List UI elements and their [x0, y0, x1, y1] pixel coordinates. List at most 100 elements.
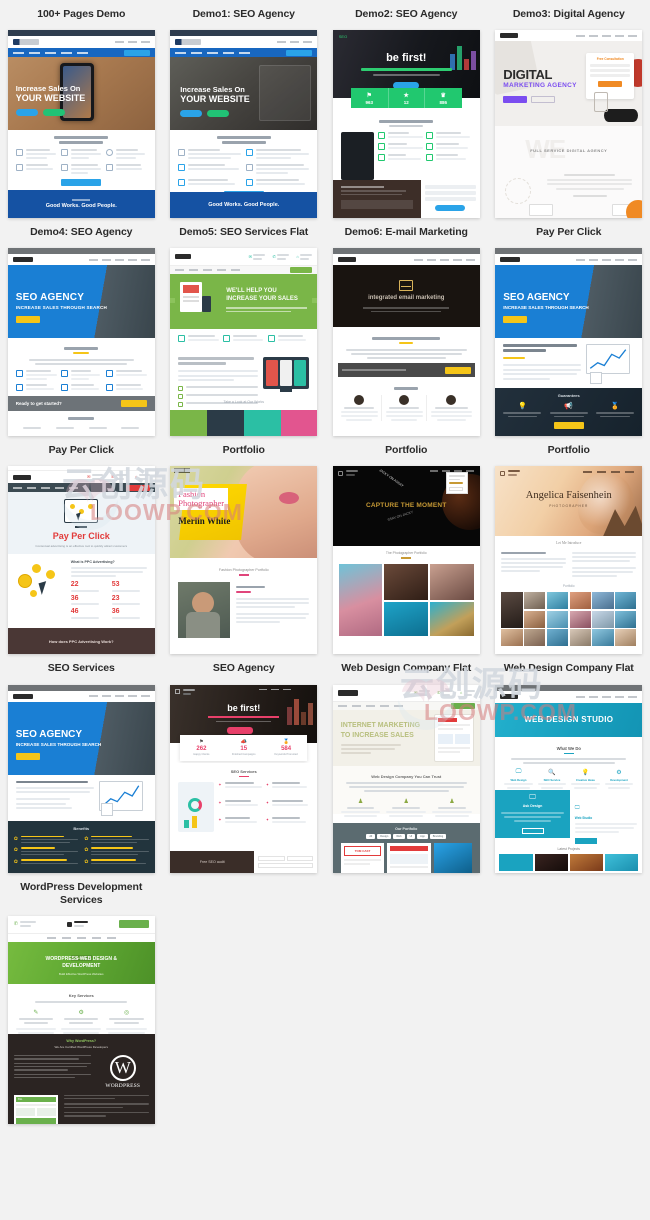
feature-title: Web Design — [510, 777, 527, 782]
hero-line-1: integrated email marketing — [368, 295, 445, 302]
hero-line-2: MARKETING AGENCY — [503, 82, 577, 90]
hero-line-1: be first! — [386, 52, 427, 65]
demo-cell[interactable]: SEO Services SEO AGENCY INCREASE SALES T… — [0, 654, 163, 873]
stat-value: 12 — [403, 99, 409, 105]
demo-title: Demo2: SEO Agency — [355, 8, 458, 20]
stat-label: Finished Campaigns — [231, 753, 256, 756]
demo-cell[interactable]: WordPress Development Services ✆ Service… — [0, 873, 163, 1124]
demo-thumbnail[interactable]: SEO AGENCY INCREASE SALES THROUGH SEARCH — [7, 684, 155, 873]
hero-line-1: WORDPRESS WEB DESIGN & — [45, 955, 117, 962]
demo-thumbnail[interactable]: SEO AGENCY INCREASE SALES THROUGH SEARCH — [7, 248, 155, 437]
demo-thumbnail[interactable]: Angelica Faisenhein PHOTOGRAPHER Let Me … — [495, 466, 643, 655]
demo-thumbnail[interactable]: SEO be first! ⚑ 963 ★ 12 ♛ 886 — [332, 30, 480, 219]
stat-value: 262 — [196, 746, 207, 752]
hero-line-1: Increase Sales On — [15, 84, 81, 94]
demo-grid: 100+ Pages Demo Increase Sales On YOUR W… — [0, 0, 650, 1124]
dark-heading: Why WordPress? — [66, 1038, 97, 1043]
section-heading: What is PPC Advertising? — [70, 560, 115, 565]
demo-cell[interactable]: SEO Agency be first! ⚑ 262 Happy Clients… — [163, 654, 326, 873]
demo-thumbnail[interactable]: ✉ ✆ ⌂ INTERNET MARKETING TO INCREASE SAL… — [332, 684, 480, 873]
demo-thumbnail[interactable]: DIGITAL MARKETING AGENCY Free Consultati… — [495, 30, 643, 219]
stat-label: Happy Clients — [193, 753, 210, 756]
demo-title: Demo1: SEO Agency — [192, 8, 295, 20]
demo-thumbnail[interactable]: be first! ⚑ 262 Happy Clients 📣 15 Finished … — [170, 684, 318, 873]
demo-thumbnail[interactable]: WEB DESIGN STUDIO What We Do 🖵 Web Design… — [495, 684, 643, 873]
stat-value: 46 — [70, 608, 79, 616]
demo-title: Demo6: E-mail Marketing — [344, 226, 468, 239]
hero-line-2: INCREASE YOUR SALES — [226, 296, 298, 303]
hero-line-2: YOUR WEBSITE — [180, 94, 250, 105]
dark-strip-text: How does PPC Advertising Work? — [48, 638, 114, 644]
demo-thumbnail[interactable]: ✉ ✆ ⌂ — [7, 466, 155, 655]
demo-thumbnail[interactable]: Increase Sales On YOUR WEBSITE Good Work… — [7, 30, 155, 219]
feature-title: Creative Ideas — [576, 777, 595, 782]
demo-cell[interactable]: Demo2: SEO Agency SEO be first! ⚑ 963 ★ … — [325, 0, 488, 219]
hero-line-1: Increase Sales On — [180, 85, 245, 95]
theme-demo-gallery: 100+ Pages Demo Increase Sales On YOUR W… — [0, 0, 650, 1220]
hero-line-1: CAPTURE THE MOMENT — [365, 502, 447, 510]
demo-cell[interactable]: Demo3: Digital Agency DIGITAL MARKETING … — [488, 0, 650, 219]
feature-title: SEO Service — [543, 777, 561, 782]
stat-value: 886 — [439, 99, 447, 105]
hero-line-2: INCREASE SALES THROUGH SEARCH — [15, 305, 108, 311]
demo-thumbnail[interactable]: integrated email marketing — [332, 248, 480, 437]
section-heading: Web Design Company You Can Trust — [371, 773, 442, 779]
demo-cell[interactable]: Demo1: SEO Agency Increase Sales On YOUR… — [163, 0, 326, 219]
portfolio-tab[interactable]: Branding — [429, 833, 447, 839]
section-heading: Key Services — [68, 992, 94, 998]
portfolio-tab[interactable]: UI — [406, 833, 416, 839]
stat-value: 36 — [111, 608, 120, 616]
stat-value: 36 — [70, 594, 79, 602]
stat-value: 23 — [111, 594, 120, 602]
hero-line-1: WE'LL HELP YOU — [226, 288, 277, 295]
demo-title: Demo3: Digital Agency — [512, 8, 625, 20]
hero-line-3: Merlin White — [178, 516, 231, 527]
demo-cell[interactable]: 100+ Pages Demo Increase Sales On YOUR W… — [0, 0, 163, 219]
hero-line-1: be first! — [227, 702, 261, 713]
dark-heading: Guarantees — [557, 393, 580, 399]
hero-line-2: INCREASE SALES THROUGH SEARCH — [503, 305, 589, 311]
demo-title: Portfolio — [385, 444, 428, 457]
demo-title: Portfolio — [222, 444, 265, 457]
demo-thumbnail[interactable]: ✉ ✆ ⌂ — [170, 248, 318, 437]
section-heading: Let Me Introduce — [556, 541, 582, 546]
demo-title: Demo4: SEO Agency — [30, 226, 133, 239]
demo-thumbnail[interactable]: CAPTURE THE MOMENT JACKY ON ASSAY SSAY O… — [332, 466, 480, 655]
demo-title: WordPress Development Services — [20, 880, 143, 906]
stat-value: 53 — [111, 581, 120, 589]
portfolio-tab[interactable]: Web — [393, 833, 405, 839]
portfolio-tab[interactable]: Design — [377, 833, 392, 839]
demo-cell[interactable]: Pay Per Click SEO AGENCY INCREASE SALES … — [488, 218, 650, 437]
hero-line-2: Photographer — [178, 498, 225, 509]
demo-thumbnail[interactable]: Fashion Photographer Merlin White Fashio… — [170, 466, 318, 655]
demo-thumbnail[interactable]: Increase Sales On YOUR WEBSITE Good Work… — [170, 30, 318, 219]
demo-cell[interactable]: Pay Per Click ✉ ✆ ⌂ Pay Per Click Contex… — [0, 436, 163, 655]
demo-thumbnail[interactable]: SEO AGENCY INCREASE SALES THROUGH SEARCH — [495, 248, 643, 437]
demo-cell[interactable]: Portfolio Angelica Faisenhein PHOTOGRAPH… — [488, 436, 650, 655]
stat-value: 15 — [240, 746, 248, 752]
demo-title: Demo5: SEO Services Flat — [179, 226, 309, 239]
demo-thumbnail[interactable]: ✆ Services WORDPRESS WEB DESIGN & DEVELO… — [7, 915, 155, 1124]
dark-heading: Benefits — [73, 825, 90, 831]
demo-cell[interactable]: Web Design Company Flat WEB DESIGN STUDI… — [488, 654, 650, 873]
demo-title: SEO Agency — [212, 662, 275, 675]
hero-line-1: SEO AGENCY — [15, 728, 83, 740]
portfolio-tab[interactable]: All — [366, 833, 376, 839]
section-heading: Fashion Photographer Portfolio — [218, 568, 269, 573]
hero-line-2: INCREASE SALES THROUGH SEARCH — [15, 741, 102, 747]
hero-line-1: SEO AGENCY — [15, 292, 85, 304]
demo-cell[interactable]: Portfolio CAPTURE THE MOMENT JACKY ON AS… — [325, 436, 488, 655]
demo-title: Portfolio — [547, 444, 590, 457]
demo-cell[interactable]: Web Design Company Flat ✉ ✆ ⌂ INTERNET M… — [325, 654, 488, 873]
section-heading: SEO Services — [230, 768, 257, 774]
demo-title: SEO Services — [47, 662, 115, 675]
demo-cell[interactable]: Demo5: SEO Services Flat ✉ ✆ ⌂ WE'LL HEL… — [163, 218, 326, 437]
hero-line-1: INTERNET MARKETING — [340, 721, 421, 729]
demo-title: 100+ Pages Demo — [37, 8, 126, 20]
hero-line-1: SEO AGENCY — [503, 292, 570, 304]
hero-line-1: WEB DESIGN STUDIO — [524, 715, 614, 724]
demo-cell[interactable]: Demo6: E-mail Marketing integrated email… — [325, 218, 488, 437]
portfolio-tab[interactable]: App — [417, 833, 428, 839]
demo-cell[interactable]: Demo4: SEO Agency SEO AGENCY INCREASE SA… — [0, 218, 163, 437]
demo-cell[interactable]: Portfolio Fashion Photographer Merlin Wh… — [163, 436, 326, 655]
